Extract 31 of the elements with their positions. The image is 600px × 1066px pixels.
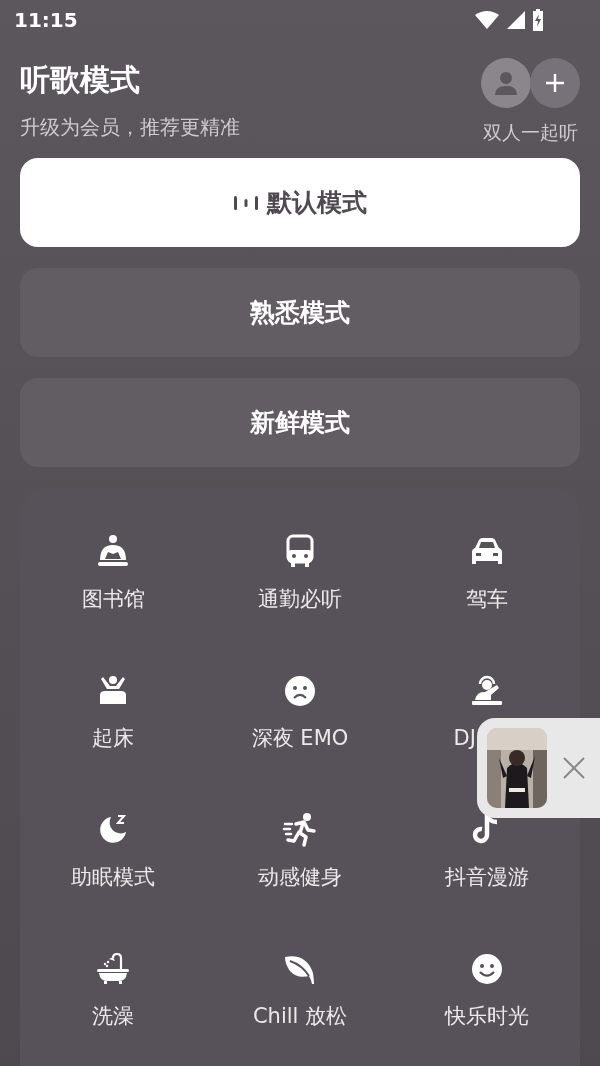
scene-item[interactable]: DJ: [393, 657, 580, 796]
page-title: 听歌模式: [20, 61, 141, 99]
scene-item[interactable]: 图书馆: [20, 518, 207, 657]
scene-item[interactable]: Chill 放松: [206, 935, 394, 1066]
close-icon: [563, 757, 585, 779]
listen-together-label: 双人一起听: [483, 120, 578, 145]
status-time: 11:15: [14, 7, 78, 34]
scene-item[interactable]: 深夜 EMO: [206, 657, 394, 796]
person-icon: [493, 70, 519, 96]
signal-icon: [506, 10, 526, 30]
sad-face-icon: [282, 673, 318, 709]
scene-item[interactable]: 通勤必听: [206, 518, 394, 657]
scene-item[interactable]: 快乐时光: [393, 935, 580, 1066]
close-button[interactable]: [561, 755, 587, 781]
mode-card[interactable]: 熟悉模式: [20, 268, 580, 357]
page-subtitle: 升级为会员，推荐更精准: [20, 114, 240, 141]
running-icon: [282, 812, 318, 848]
wifi-icon: [474, 10, 500, 30]
scene-item[interactable]: 驾车: [393, 518, 580, 657]
scene-item[interactable]: 抖音漫游: [393, 796, 580, 935]
scene-item[interactable]: 助眠模式: [20, 796, 207, 935]
mode-card[interactable]: 新鲜模式: [20, 378, 580, 467]
scene-item[interactable]: 洗澡: [20, 935, 207, 1066]
add-button[interactable]: [530, 58, 580, 108]
scene-item[interactable]: 动感健身: [206, 796, 394, 935]
mode-card[interactable]: 默认模式: [20, 158, 580, 247]
scene-item[interactable]: 起床: [20, 657, 207, 796]
mini-player-toast[interactable]: [477, 718, 600, 818]
battery-icon: [532, 9, 544, 31]
plus-icon: [545, 73, 565, 93]
bathtub-icon: [95, 951, 132, 987]
